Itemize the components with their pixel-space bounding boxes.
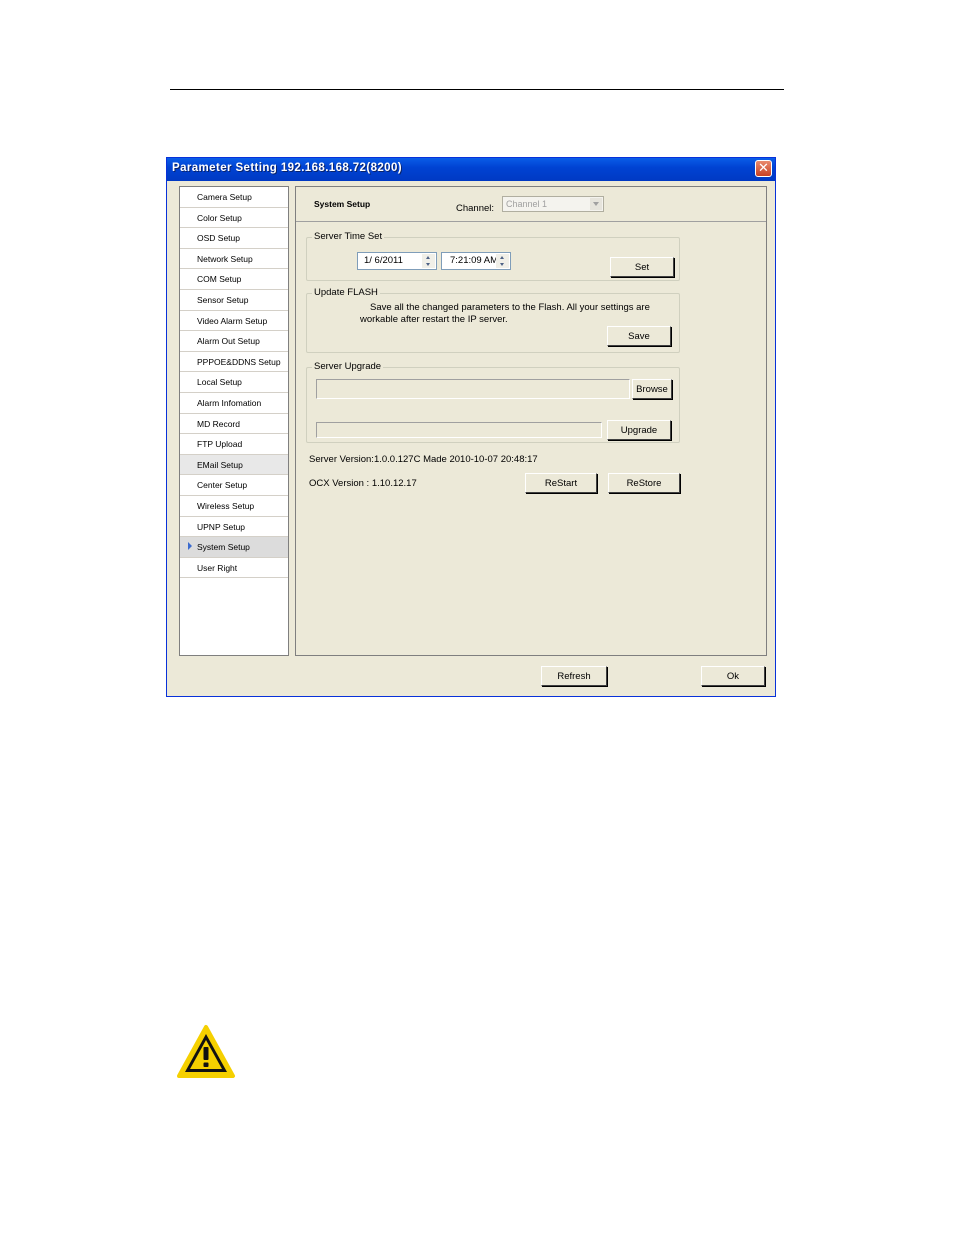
- sidebar-item-label: Color Setup: [197, 212, 242, 223]
- selected-arrow-icon: [188, 542, 192, 551]
- time-spinner[interactable]: [496, 254, 509, 268]
- restore-button[interactable]: ReStore: [608, 473, 680, 493]
- date-spinner[interactable]: [422, 254, 435, 268]
- restart-button-label: ReStart: [544, 478, 578, 489]
- set-time-button[interactable]: Set: [610, 257, 674, 277]
- sidebar-item-label: MD Record: [197, 418, 240, 429]
- sidebar-item-label: Alarm Out Setup: [197, 336, 260, 347]
- dialog-client-area: Camera Setup Color Setup OSD Setup Network …: [169, 182, 773, 694]
- server-time-legend: Server Time Set: [312, 231, 385, 242]
- time-value: 7:21:09 AM: [450, 255, 499, 266]
- sidebar-item-label: Center Setup: [197, 480, 248, 491]
- close-icon: ✕: [758, 160, 769, 175]
- sidebar-item-local-setup[interactable]: Local Setup: [180, 372, 288, 393]
- sidebar-item-label: System Setup: [197, 542, 250, 553]
- server-time-group: Server Time Set 1/ 6/2011 7:21:09 AM Set: [306, 231, 680, 281]
- sidebar-item-label: UPNP Setup: [197, 521, 246, 532]
- flash-description-line2: workable after restart the IP server.: [360, 314, 508, 325]
- upgrade-button-label: Upgrade: [620, 425, 658, 436]
- parameter-setting-dialog: Parameter Setting 192.168.168.72(8200) ✕…: [166, 157, 776, 697]
- channel-select[interactable]: Channel 1: [502, 196, 604, 212]
- settings-sidebar: Camera Setup Color Setup OSD Setup Network …: [179, 186, 289, 656]
- sidebar-item-label: Video Alarm Setup: [197, 315, 268, 326]
- channel-label: Channel:: [456, 203, 495, 214]
- page-divider: [170, 89, 784, 90]
- sidebar-item-wireless-setup[interactable]: Wireless Setup: [180, 495, 288, 517]
- system-setup-panel: System Setup Channel: Channel 1 Server T…: [295, 186, 767, 656]
- sidebar-item-label: Local Setup: [197, 377, 242, 388]
- refresh-button[interactable]: Refresh: [541, 666, 607, 686]
- sidebar-item-label: OSD Setup: [197, 233, 240, 244]
- save-flash-button-label: Save: [628, 331, 650, 342]
- refresh-button-label: Refresh: [557, 671, 591, 682]
- window-title: Parameter Setting 192.168.168.72(8200): [172, 162, 402, 174]
- sidebar-item-com-setup[interactable]: COM Setup: [180, 269, 288, 290]
- panel-header: System Setup Channel: Channel 1: [296, 187, 766, 222]
- channel-select-value: Channel 1: [506, 199, 548, 209]
- set-time-button-label: Set: [634, 262, 650, 273]
- sidebar-item-ftp-upload[interactable]: FTP Upload: [180, 434, 288, 455]
- sidebar-item-camera-setup[interactable]: Camera Setup: [180, 187, 288, 208]
- sidebar-item-upnp-setup[interactable]: UPNP Setup: [180, 516, 288, 538]
- sidebar-item-md-record[interactable]: MD Record: [180, 413, 288, 435]
- sidebar-item-label: Network Setup: [197, 253, 253, 264]
- restore-button-label: ReStore: [626, 478, 662, 489]
- ocx-version-text: OCX Version : 1.10.12.17: [309, 478, 417, 489]
- sidebar-item-label: Wireless Setup: [197, 500, 255, 511]
- sidebar-item-email-setup[interactable]: EMail Setup: [180, 454, 288, 476]
- server-upgrade-legend: Server Upgrade: [312, 361, 384, 372]
- server-version-text: Server Version:1.0.0.127C Made 2010-10-0…: [309, 454, 538, 465]
- upgrade-progress-bar: [316, 422, 602, 438]
- date-picker[interactable]: 1/ 6/2011: [357, 252, 437, 270]
- sidebar-item-alarm-out-setup[interactable]: Alarm Out Setup: [180, 331, 288, 352]
- sidebar-item-label: Camera Setup: [197, 192, 252, 202]
- warning-icon: [177, 1025, 235, 1078]
- flash-description-line1: Save all the changed parameters to the F…: [370, 302, 650, 313]
- sidebar-item-system-setup[interactable]: System Setup: [180, 537, 288, 558]
- sidebar-item-color-setup[interactable]: Color Setup: [180, 207, 288, 229]
- sidebar-item-alarm-infomation[interactable]: Alarm Infomation: [180, 392, 288, 414]
- browse-button-label: Browse: [636, 384, 668, 395]
- sidebar-item-label: COM Setup: [197, 274, 242, 285]
- title-bar[interactable]: Parameter Setting 192.168.168.72(8200) ✕: [167, 158, 775, 181]
- sidebar-item-pppoe-ddns-setup[interactable]: PPPOE&DDNS Setup: [180, 351, 288, 373]
- sidebar-item-label: Sensor Setup: [197, 294, 249, 305]
- save-flash-button[interactable]: Save: [607, 326, 671, 346]
- sidebar-item-label: User Right: [197, 562, 238, 573]
- update-flash-group: Update FLASH Save all the changed parame…: [306, 287, 680, 353]
- server-upgrade-group: Server Upgrade Browse Upgrade: [306, 361, 680, 443]
- sidebar-item-sensor-setup[interactable]: Sensor Setup: [180, 289, 288, 311]
- sidebar-item-label: FTP Upload: [197, 439, 243, 450]
- time-picker[interactable]: 7:21:09 AM: [441, 252, 511, 270]
- upgrade-file-path-input[interactable]: [316, 379, 630, 399]
- sidebar-item-user-right[interactable]: User Right: [180, 557, 288, 579]
- sidebar-item-label: Alarm Infomation: [197, 397, 262, 408]
- sidebar-item-video-alarm-setup[interactable]: Video Alarm Setup: [180, 310, 288, 332]
- spin-down-icon[interactable]: [496, 261, 509, 268]
- sidebar-item-label: EMail Setup: [197, 459, 243, 470]
- upgrade-button[interactable]: Upgrade: [607, 420, 671, 440]
- restart-button[interactable]: ReStart: [525, 473, 597, 493]
- panel-title: System Setup: [314, 199, 371, 209]
- browse-button[interactable]: Browse: [632, 379, 672, 399]
- spin-up-icon[interactable]: [496, 254, 509, 261]
- ok-button[interactable]: Ok: [701, 666, 765, 686]
- chevron-down-icon[interactable]: [590, 198, 602, 210]
- spin-down-icon[interactable]: [422, 261, 435, 268]
- sidebar-item-center-setup[interactable]: Center Setup: [180, 475, 288, 496]
- update-flash-legend: Update FLASH: [312, 287, 380, 298]
- sidebar-item-label: PPPOE&DDNS Setup: [197, 356, 281, 367]
- spin-up-icon[interactable]: [422, 254, 435, 261]
- sidebar-item-osd-setup[interactable]: OSD Setup: [180, 228, 288, 249]
- sidebar-item-network-setup[interactable]: Network Setup: [180, 248, 288, 270]
- date-value: 1/ 6/2011: [364, 255, 403, 266]
- ok-button-label: Ok: [726, 671, 740, 682]
- close-button[interactable]: ✕: [755, 160, 772, 177]
